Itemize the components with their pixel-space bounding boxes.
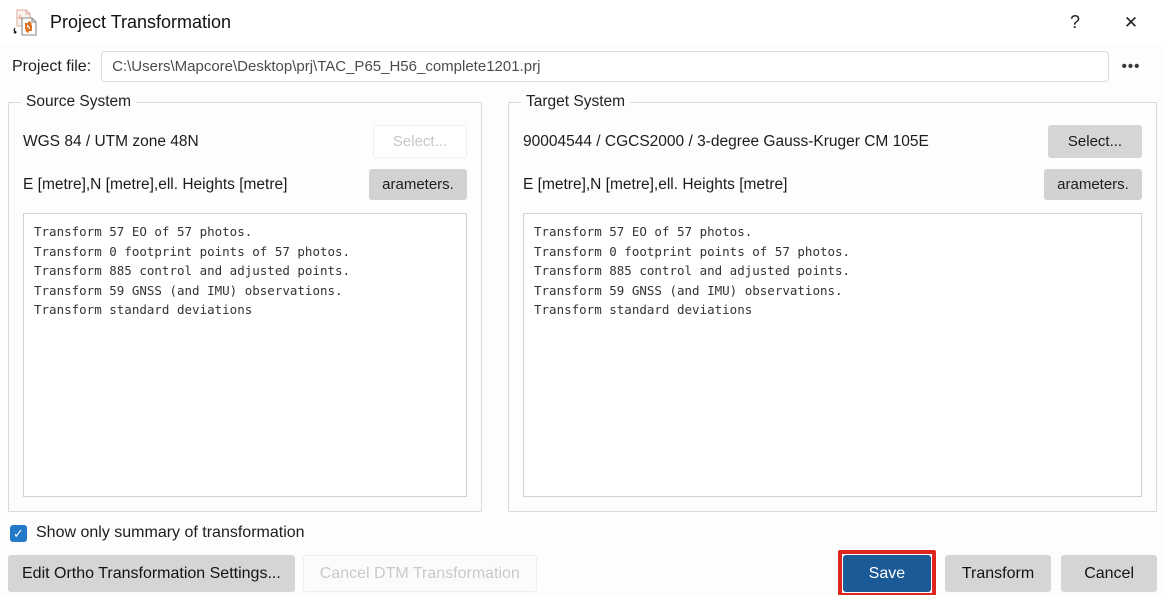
help-button[interactable]: ?	[1047, 0, 1103, 45]
target-select-button[interactable]: Select...	[1048, 125, 1142, 158]
project-file-row: Project file: •••	[0, 45, 1165, 92]
project-file-input[interactable]	[101, 51, 1109, 82]
source-select-button[interactable]: Select...	[373, 125, 467, 158]
systems-container: Source System WGS 84 / UTM zone 48N Sele…	[0, 92, 1165, 512]
show-summary-label: Show only summary of transformation	[36, 524, 305, 541]
edit-ortho-settings-button[interactable]: Edit Ortho Transformation Settings...	[8, 555, 295, 592]
source-system-title: Source System	[21, 93, 137, 111]
project-file-label: Project file:	[12, 57, 92, 75]
source-crs-value: WGS 84 / UTM zone 48N	[23, 132, 199, 150]
window-controls: ? ✕	[1047, 0, 1165, 45]
source-units-row: E [metre],N [metre],ell. Heights [metre]…	[23, 169, 467, 200]
target-summary-textarea[interactable]: Transform 57 EO of 57 photos. Transform …	[523, 213, 1142, 497]
cancel-dtm-transformation-button[interactable]: Cancel DTM Transformation	[302, 555, 537, 592]
target-parameters-button[interactable]: arameters.	[1044, 169, 1142, 200]
target-crs-value: 90004544 / CGCS2000 / 3-degree Gauss-Kru…	[523, 132, 929, 150]
dialog-button-row: Edit Ortho Transformation Settings... Ca…	[0, 548, 1165, 595]
target-crs-row: 90004544 / CGCS2000 / 3-degree Gauss-Kru…	[523, 125, 1142, 158]
source-units-value: E [metre],N [metre],ell. Heights [metre]	[23, 175, 288, 193]
project-transformation-icon	[13, 9, 37, 36]
target-units-row: E [metre],N [metre],ell. Heights [metre]…	[523, 169, 1142, 200]
project-transformation-dialog: Project Transformation ? ✕ Project file:…	[0, 0, 1165, 595]
source-system-group: Source System WGS 84 / UTM zone 48N Sele…	[8, 93, 482, 512]
save-button-highlight: Save	[837, 550, 936, 595]
save-button[interactable]: Save	[842, 555, 931, 592]
target-units-value: E [metre],N [metre],ell. Heights [metre]	[523, 175, 788, 193]
source-summary-textarea[interactable]: Transform 57 EO of 57 photos. Transform …	[23, 213, 467, 497]
cancel-button[interactable]: Cancel	[1061, 555, 1157, 592]
transform-button[interactable]: Transform	[944, 555, 1052, 592]
source-crs-row: WGS 84 / UTM zone 48N Select...	[23, 125, 467, 158]
show-summary-checkbox[interactable]: ✓	[10, 524, 27, 542]
window-title: Project Transformation	[50, 12, 232, 32]
title-bar: Project Transformation ? ✕	[0, 0, 1165, 45]
source-parameters-button[interactable]: arameters.	[369, 169, 467, 200]
close-button[interactable]: ✕	[1103, 0, 1159, 45]
target-system-title: Target System	[521, 93, 631, 111]
browse-button[interactable]: •••	[1109, 51, 1153, 82]
target-system-group: Target System 90004544 / CGCS2000 / 3-de…	[508, 93, 1157, 512]
summary-option-row: ✓ Show only summary of transformation	[0, 512, 1165, 548]
